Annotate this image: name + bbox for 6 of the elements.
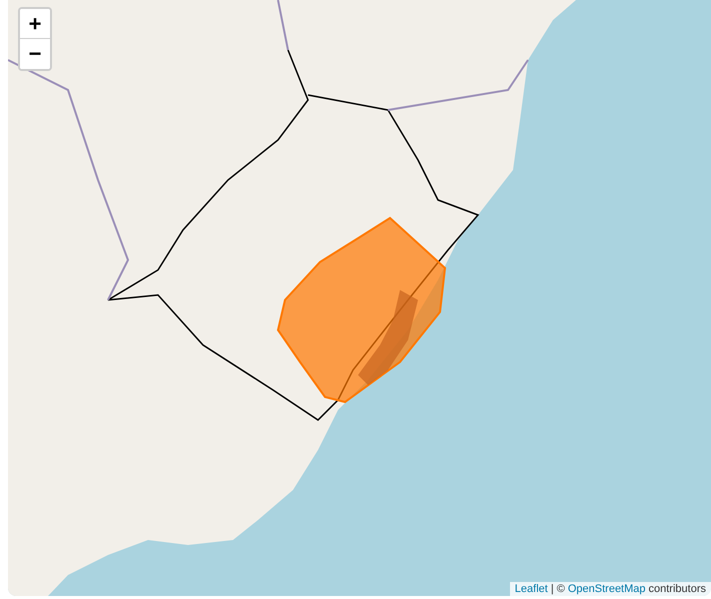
openstreetmap-link[interactable]: OpenStreetMap (568, 583, 646, 595)
leaflet-link[interactable]: Leaflet (514, 583, 548, 595)
zoom-in-button[interactable]: + (20, 9, 50, 39)
attribution-suffix: contributors (648, 583, 706, 595)
map[interactable]: + − Leaflet | © OpenStreetMap contributors (8, 0, 711, 596)
attribution-separator: | © (550, 583, 565, 595)
